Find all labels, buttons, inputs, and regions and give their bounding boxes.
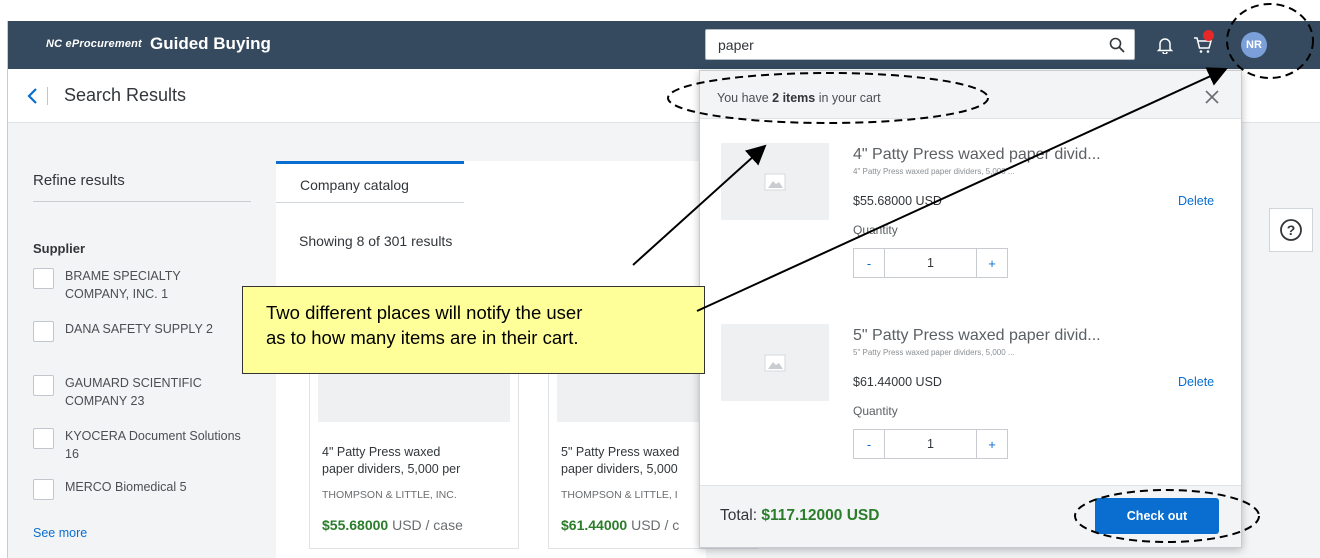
checkout-button[interactable]: Check out	[1095, 498, 1219, 534]
back-chevron-icon[interactable]	[26, 85, 42, 107]
supplier-facet-title: Supplier	[33, 241, 86, 256]
quantity-label: Quantity	[853, 404, 898, 418]
delete-button[interactable]: Delete	[1178, 375, 1214, 389]
catalog-tabs: Company catalog	[276, 161, 706, 203]
increment-button[interactable]: +	[976, 248, 1008, 278]
page-title: Search Results	[64, 85, 187, 105]
increment-button[interactable]: +	[976, 429, 1008, 459]
cart-item-name[interactable]: 4" Patty Press waxed paper divid...	[853, 146, 1101, 164]
decrement-button[interactable]: -	[853, 429, 885, 459]
callout-line: Two different places will notify the use…	[266, 302, 583, 323]
svg-text:?: ?	[1287, 222, 1296, 238]
total-label: Total:	[720, 507, 762, 524]
quantity-input[interactable]: 1	[885, 429, 976, 459]
decrement-button[interactable]: -	[853, 248, 885, 278]
close-icon[interactable]	[1203, 88, 1221, 106]
product-name-line: paper dividers, 5,000 per	[322, 462, 461, 476]
image-placeholder-icon	[764, 354, 786, 371]
cart-item-image[interactable]	[721, 324, 829, 401]
supplier-option[interactable]: BRAME SPECIALTY COMPANY, INC. 1	[33, 267, 245, 303]
cart-header: You have 2 items in your cart	[700, 71, 1241, 119]
supplier-option[interactable]: GAUMARD SCIENTIFIC COMPANY 23	[33, 374, 245, 410]
product-price: $55.68000 USD / case	[322, 517, 512, 533]
see-more-link[interactable]: See more	[33, 526, 87, 540]
price-amount: $61.44000	[561, 517, 628, 533]
refine-panel: Refine results Supplier BRAME SPECIALTY …	[8, 124, 266, 558]
cart-count-badge	[1203, 30, 1214, 41]
supplier-option[interactable]: MERCO Biomedical 5	[33, 478, 245, 500]
quantity-stepper: - 1 +	[853, 248, 1008, 278]
supplier-label: GAUMARD SCIENTIFIC COMPANY 23	[65, 376, 202, 408]
image-placeholder-icon	[764, 173, 786, 190]
refine-heading: Refine results	[33, 172, 125, 189]
cart-item-price: $55.68000 USD	[853, 194, 942, 208]
supplier-label: MERCO Biomedical 5	[65, 480, 187, 494]
supplier-checkbox[interactable]	[33, 268, 54, 289]
supplier-label: BRAME SPECIALTY COMPANY, INC. 1	[65, 269, 181, 301]
cart-icon[interactable]	[1189, 30, 1217, 60]
callout-line: as to how many items are in their cart.	[266, 327, 579, 348]
supplier-checkbox[interactable]	[33, 479, 54, 500]
cart-msg-count: 2 items	[772, 91, 816, 105]
brand-logo-small: NC eProcurement	[46, 38, 142, 50]
product-name[interactable]: 4" Patty Press waxed paper dividers, 5,0…	[322, 444, 502, 478]
bell-icon[interactable]	[1151, 30, 1179, 60]
cart-item: 4" Patty Press waxed paper divid... 4" P…	[700, 143, 1241, 303]
price-unit: USD / c	[627, 517, 680, 533]
cart-total: Total: $117.12000 USD	[720, 507, 879, 525]
total-value: $117.12000 USD	[761, 507, 880, 524]
supplier-label: DANA SAFETY SUPPLY 2	[65, 322, 213, 336]
product-vendor: THOMPSON & LITTLE, INC.	[322, 489, 457, 501]
refine-divider	[33, 201, 251, 202]
cart-item: 5" Patty Press waxed paper divid... 5" P…	[700, 324, 1241, 484]
cart-item-name[interactable]: 5" Patty Press waxed paper divid...	[853, 327, 1101, 345]
avatar[interactable]: NR	[1241, 32, 1267, 58]
app-title[interactable]: Guided Buying	[150, 34, 271, 54]
cart-msg-suffix: in your cart	[815, 91, 881, 105]
search-icon[interactable]	[1100, 30, 1134, 59]
tab-company-catalog[interactable]: Company catalog	[276, 161, 464, 203]
app-frame: NC eProcurement Guided Buying NR Search …	[7, 21, 1320, 558]
price-amount: $55.68000	[322, 517, 389, 533]
cart-item-count-message: You have 2 items in your cart	[717, 91, 881, 105]
quantity-input[interactable]: 1	[885, 248, 976, 278]
delete-button[interactable]: Delete	[1178, 194, 1214, 208]
supplier-checkbox[interactable]	[33, 375, 54, 396]
search-box	[705, 29, 1135, 60]
cart-item-price: $61.44000 USD	[853, 375, 942, 389]
annotation-callout: Two different places will notify the use…	[242, 286, 705, 374]
shell-bar: NC eProcurement Guided Buying NR	[8, 21, 1320, 69]
quantity-label: Quantity	[853, 223, 898, 237]
cart-item-image[interactable]	[721, 143, 829, 220]
tab-label: Company catalog	[300, 177, 409, 193]
cart-footer: Total: $117.12000 USD Check out	[700, 485, 1241, 547]
results-area: Showing 8 of 301 results 4" Patty Press …	[276, 203, 758, 558]
supplier-label: KYOCERA Document Solutions 16	[65, 429, 241, 461]
help-icon[interactable]: ?	[1269, 208, 1313, 252]
supplier-checkbox[interactable]	[33, 428, 54, 449]
cart-popover: You have 2 items in your cart 4" Patty P…	[699, 70, 1242, 548]
cart-item-description: 4" Patty Press waxed paper dividers, 5,0…	[853, 167, 1015, 176]
product-name-line: 4" Patty Press waxed	[322, 445, 441, 459]
supplier-checkbox[interactable]	[33, 321, 54, 342]
price-unit: USD / case	[388, 517, 463, 533]
search-input[interactable]	[706, 30, 1098, 59]
supplier-option[interactable]: KYOCERA Document Solutions 16	[33, 427, 245, 463]
header-divider	[47, 87, 48, 105]
cart-item-description: 5" Patty Press waxed paper dividers, 5,0…	[853, 348, 1015, 357]
cart-msg-prefix: You have	[717, 91, 773, 105]
callout-text: Two different places will notify the use…	[266, 300, 696, 350]
quantity-stepper: - 1 +	[853, 429, 1008, 459]
supplier-option[interactable]: DANA SAFETY SUPPLY 2	[33, 320, 245, 342]
results-count: Showing 8 of 301 results	[299, 233, 453, 249]
